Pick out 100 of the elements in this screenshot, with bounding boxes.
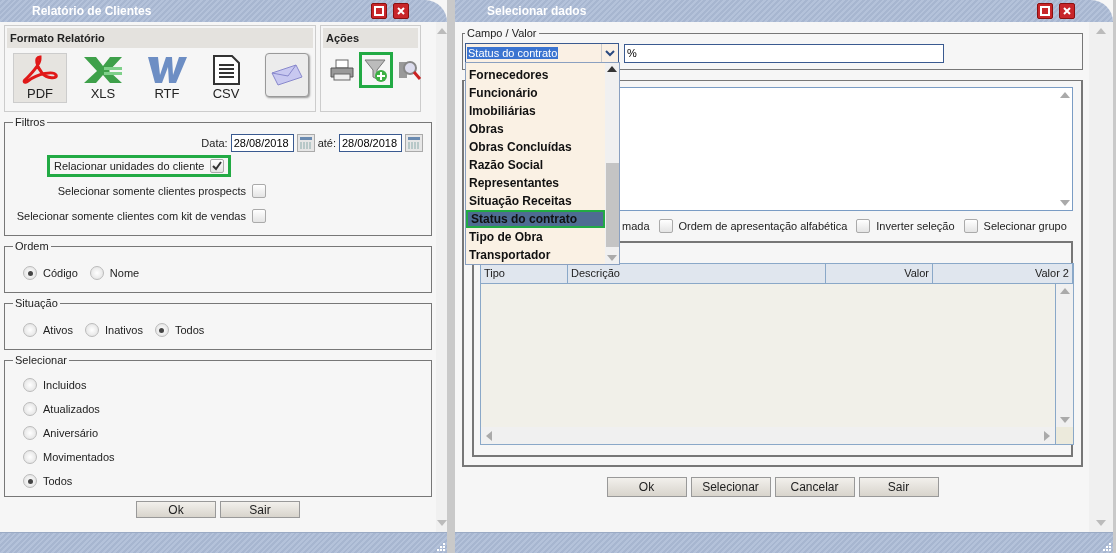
resize-grip-icon[interactable] <box>436 542 445 551</box>
checkbox-label: mada <box>622 220 650 232</box>
checkbox[interactable] <box>210 159 225 173</box>
dialog-button[interactable]: Cancelar <box>774 477 855 497</box>
window-title: Relatório de Clientes <box>31 4 153 18</box>
acrobat-logo-icon <box>20 55 60 85</box>
dropdown-item[interactable]: Obras <box>466 120 605 138</box>
checkbox[interactable] <box>658 219 673 233</box>
checkbox[interactable] <box>963 219 978 233</box>
date-label: até: <box>317 137 336 149</box>
checkbox-label: Ordem de apresentação alfabética <box>678 220 848 232</box>
group-legend: Campo / Valor <box>465 27 539 39</box>
radio-button[interactable] <box>23 323 37 337</box>
checkbox-label: Selecionar somente clientes prospects <box>57 185 246 197</box>
document-logo-icon <box>146 55 188 85</box>
panel-title: Ações <box>323 28 418 48</box>
horizontal-scrollbar[interactable] <box>481 427 1055 444</box>
scrollbar-thumb[interactable] <box>606 163 619 247</box>
radio-button[interactable] <box>23 378 37 392</box>
dialog-button[interactable]: Ok <box>606 477 687 497</box>
scroll-left-icon[interactable] <box>486 430 492 441</box>
scroll-down-icon[interactable] <box>607 255 617 261</box>
dropdown-item[interactable]: Razão Social <box>466 156 605 174</box>
scroll-right-icon[interactable] <box>1044 430 1050 441</box>
calendar-icon[interactable] <box>296 134 315 152</box>
radio-button[interactable] <box>23 426 37 440</box>
close-icon <box>396 6 406 16</box>
radio-label: Inativos <box>104 324 143 336</box>
dropdown-item[interactable]: Imobiliárias <box>466 102 605 120</box>
checkbox-label: Selecionar grupo <box>983 220 1067 232</box>
radio-label: Ativos <box>43 324 73 336</box>
radio-button[interactable] <box>23 402 37 416</box>
column-header[interactable]: Valor 2 <box>933 264 1073 283</box>
radio-button[interactable] <box>23 266 37 280</box>
dropdown-item[interactable]: Representantes <box>466 174 605 192</box>
close-button[interactable] <box>393 3 409 19</box>
format-button[interactable]: RTF <box>139 53 195 103</box>
close-icon <box>1062 6 1072 16</box>
printer-icon[interactable] <box>330 58 354 82</box>
maximize-icon <box>1040 6 1050 16</box>
value-field[interactable]: % <box>624 43 944 63</box>
group-legend: Ordem <box>13 240 51 252</box>
radio-button[interactable] <box>23 474 37 488</box>
radio-button[interactable] <box>89 266 104 280</box>
scroll-down-icon[interactable] <box>1059 417 1070 423</box>
email-button[interactable] <box>265 53 309 97</box>
magnifier-icon[interactable] <box>398 58 422 82</box>
dropdown-item[interactable]: Fornecedores <box>466 66 605 84</box>
dropdown-item[interactable]: Situação Receitas <box>466 192 605 210</box>
resize-grip-icon[interactable] <box>1102 542 1111 551</box>
format-button[interactable]: CSV <box>203 53 249 103</box>
date-label: Data: <box>201 137 228 149</box>
maximize-button[interactable] <box>1037 3 1053 19</box>
checkbox-label: Relacionar unidades do cliente <box>54 160 205 172</box>
checkbox[interactable] <box>252 209 266 223</box>
dialog-button[interactable]: Sair <box>220 501 300 518</box>
radio-button[interactable] <box>154 323 169 337</box>
date-field[interactable]: 28/08/2018 <box>339 134 402 152</box>
date-field[interactable]: 28/08/2018 <box>230 134 294 152</box>
group-legend: Situação <box>13 297 60 309</box>
scroll-down-icon[interactable] <box>1060 200 1070 206</box>
radio-label: Todos <box>43 475 73 487</box>
calendar-icon[interactable] <box>405 134 423 152</box>
dialog-button[interactable]: Sair <box>858 477 939 497</box>
checkbox-label: Inverter seleção <box>876 220 955 232</box>
checkbox[interactable] <box>856 219 871 233</box>
dropdown-item[interactable]: Obras Concluídas <box>466 138 605 156</box>
close-button[interactable] <box>1059 3 1075 19</box>
checkbox-label: Selecionar somente clientes com kit de vendas <box>16 210 246 222</box>
radio-label: Aniversário <box>43 427 99 439</box>
radio-label: Movimentados <box>43 451 115 463</box>
dropdown-item[interactable]: Tipo de Obra <box>466 228 605 246</box>
radio-button[interactable] <box>23 450 37 464</box>
radio-button[interactable] <box>84 323 99 337</box>
spreadsheet-logo-icon <box>82 55 124 85</box>
panel-title: Formato Relatório <box>7 28 313 48</box>
radio-label: Nome <box>109 267 140 279</box>
vertical-scrollbar[interactable] <box>1055 284 1073 427</box>
group-legend: Filtros <box>13 116 47 128</box>
dialog-button[interactable]: Ok <box>136 501 216 518</box>
chevron-down-icon <box>605 49 615 57</box>
maximize-button[interactable] <box>371 3 387 19</box>
field-dropdown[interactable]: Status do contrato <box>465 43 619 63</box>
window-title: Selecionar dados <box>486 4 588 18</box>
column-header[interactable]: Valor <box>826 264 933 283</box>
radio-label: Todos <box>174 324 205 336</box>
document-icon <box>210 55 242 85</box>
group-legend: Selecionar <box>13 354 69 366</box>
format-button[interactable]: PDF <box>13 53 67 103</box>
format-button[interactable]: XLS <box>75 53 131 103</box>
scroll-up-icon[interactable] <box>607 66 617 72</box>
radio-label: Atualizados <box>43 403 100 415</box>
dropdown-item[interactable]: Funcionário <box>466 84 605 102</box>
scroll-down-icon[interactable] <box>1096 520 1106 526</box>
scroll-down-icon[interactable] <box>436 520 447 526</box>
dialog-button[interactable]: Selecionar <box>690 477 771 497</box>
radio-label: Incluidos <box>43 379 87 391</box>
checkbox[interactable] <box>252 184 266 198</box>
dropdown-item[interactable]: Transportador <box>466 246 605 264</box>
funnel-plus-icon[interactable] <box>364 57 388 83</box>
